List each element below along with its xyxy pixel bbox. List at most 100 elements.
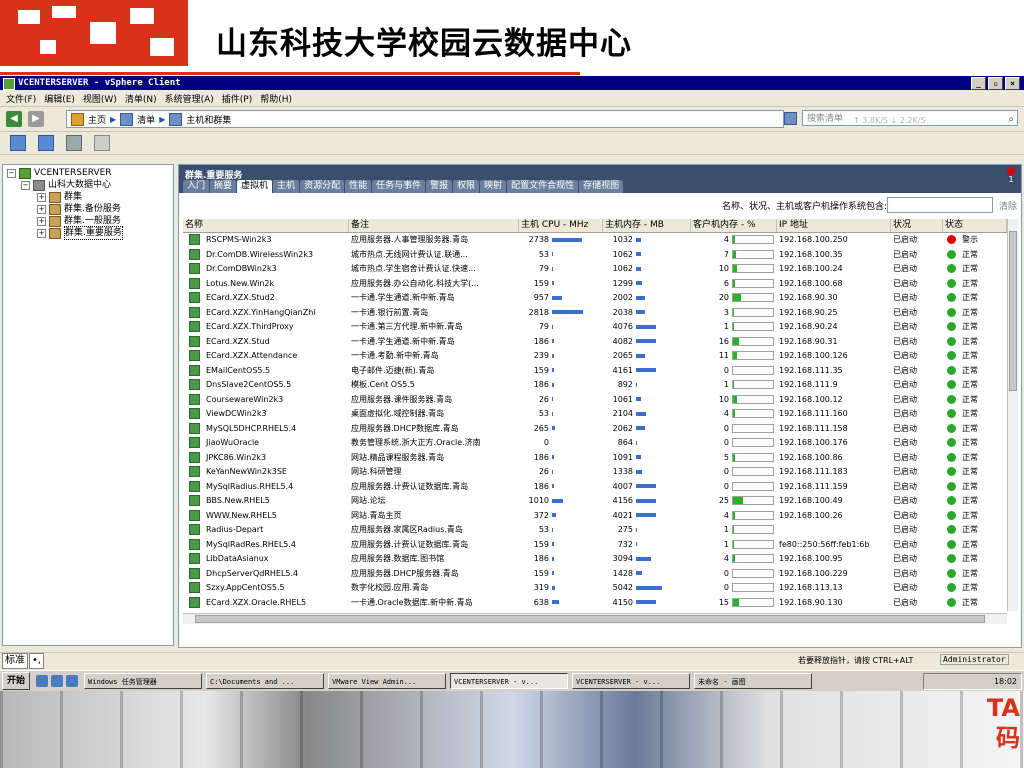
vm-name-cell[interactable]: ECard.XZX.Attendance — [183, 349, 349, 364]
tab-10[interactable]: 配置文件合规性 — [507, 180, 579, 193]
col-header-note[interactable]: 备注 — [349, 219, 519, 232]
ie-icon[interactable] — [36, 675, 49, 687]
vm-name-cell[interactable]: ViewConnServer4.5Win2k3 — [183, 610, 349, 611]
vm-name-cell[interactable]: ViewDCWin2k3 — [183, 407, 349, 422]
menu-view[interactable]: 视图(W) — [83, 92, 117, 105]
vm-name-cell[interactable]: ECard.XZX.Stud — [183, 335, 349, 350]
expand-icon[interactable]: + — [37, 216, 46, 226]
tab-7[interactable]: 警报 — [426, 180, 453, 193]
tree-cluster-item[interactable]: + 群集.备份服务 — [37, 203, 121, 215]
filter-clear-link[interactable]: 清除 — [999, 199, 1017, 212]
forward-arrow-icon[interactable]: ▶ — [28, 111, 44, 127]
table-row[interactable]: ECard.XZX.Attendance 一卡通.考勤.新中新.青岛 239 2065… — [183, 349, 1007, 364]
taskbar-task[interactable]: 未命名 - 画图 — [694, 673, 813, 689]
maximize-button[interactable]: ▫ — [988, 77, 1003, 90]
table-row[interactable]: ViewDCWin2k3 桌面虚拟化.域控制器.青岛 53 2104 4 192.168.… — [183, 407, 1007, 422]
vm-name-cell[interactable]: Lotus.New.Win2k — [183, 277, 349, 292]
table-row[interactable]: JiaoWuOracle 教务管理系统.浙大正方.Oracle.济南 0 864 0 19… — [183, 436, 1007, 451]
close-button[interactable]: × — [1005, 77, 1020, 90]
table-row[interactable]: ECard.XZX.Stud 一卡通.学生通道.新中新.青岛 186 4082 16 19… — [183, 335, 1007, 350]
table-row[interactable]: ECard.XZX.ThirdProxy 一卡通.第三方代理.新中新.青岛 79 40… — [183, 320, 1007, 335]
breadcrumb-hosts-clusters[interactable]: 主机和群集 — [186, 113, 231, 126]
col-header-mem[interactable]: 主机内存 - MB — [603, 219, 691, 232]
new-resource-pool-icon[interactable] — [94, 135, 110, 151]
tab-6[interactable]: 任务与事件 — [372, 180, 426, 193]
tree-cluster-item[interactable]: + 群集 — [37, 191, 82, 203]
col-header-cpu[interactable]: 主机 CPU - MHz — [519, 219, 603, 232]
vm-name-cell[interactable]: CoursewareWin2k3 — [183, 393, 349, 408]
vm-name-cell[interactable]: DnsSlave2CentOS5.5 — [183, 378, 349, 393]
vm-name-cell[interactable]: ECard.XZX.ThirdProxy — [183, 320, 349, 335]
expand-icon[interactable]: + — [37, 204, 46, 214]
start-button[interactable]: 开始 — [2, 672, 31, 690]
menu-administration[interactable]: 系统管理(A) — [165, 92, 214, 105]
menu-edit[interactable]: 编辑(E) — [44, 92, 75, 105]
vm-name-cell[interactable]: DhcpServerQdRHEL5.4 — [183, 567, 349, 582]
table-row[interactable]: DnsSlave2CentOS5.5 模板.Cent OS5.5 186 892 1 19… — [183, 378, 1007, 393]
table-row[interactable]: KeYanNewWin2k3SE 网站.科研管理 26 1338 0 192.168.11… — [183, 465, 1007, 480]
taskbar-task[interactable]: C:\Documents and ... — [206, 673, 325, 689]
back-arrow-icon[interactable]: ◀ — [6, 111, 22, 127]
ime-mode[interactable]: 标准 — [2, 653, 28, 669]
vm-name-cell[interactable]: Dr.ComDBWin2k3 — [183, 262, 349, 277]
vm-name-cell[interactable]: LibDataAsianux — [183, 552, 349, 567]
table-row[interactable]: ECard.XZX.Oracle.RHEL5 一卡通.Oracle数据库.新中新.… — [183, 596, 1007, 611]
horizontal-scrollbar[interactable] — [183, 613, 1007, 624]
vm-name-cell[interactable]: JPKC86.Win2k3 — [183, 451, 349, 466]
vm-name-cell[interactable]: ECard.XZX.Oracle.RHEL5 — [183, 596, 349, 611]
tab-2[interactable]: 虚拟机 — [237, 180, 273, 193]
table-row[interactable]: MySqlRadius.RHEL5.4 应用服务器.计费认证数据库.青岛 186 40… — [183, 480, 1007, 495]
add-host-icon[interactable] — [38, 135, 54, 151]
table-row[interactable]: LibDataAsianux 应用服务器.数据库.图书馆 186 3094 4 192.1… — [183, 552, 1007, 567]
vm-name-cell[interactable]: EMailCentOS5.5 — [183, 364, 349, 379]
vm-name-cell[interactable]: BBS.New.RHEL5 — [183, 494, 349, 509]
vm-name-cell[interactable]: ECard.XZX.YinHangQianZhi — [183, 306, 349, 321]
tab-5[interactable]: 性能 — [345, 180, 372, 193]
col-header-state[interactable]: 状况 — [891, 219, 943, 232]
ime-punct[interactable]: •, — [29, 653, 45, 669]
new-cluster-icon[interactable] — [66, 135, 82, 151]
vm-name-cell[interactable]: WWW.New.RHEL5 — [183, 509, 349, 524]
col-header-name[interactable]: 名称 — [183, 219, 349, 232]
scrollbar-thumb[interactable] — [1009, 231, 1017, 391]
table-row[interactable]: MySQL5DHCP.RHEL5.4 应用服务器.DHCP数据库.青岛 265 206… — [183, 422, 1007, 437]
vm-name-cell[interactable]: RSCPMS-Win2k3 — [183, 233, 349, 248]
minimize-button[interactable]: _ — [971, 77, 986, 90]
menu-file[interactable]: 文件(F) — [6, 92, 36, 105]
clock[interactable]: 18:02 — [994, 677, 1017, 686]
table-row[interactable]: BBS.New.RHEL5 网站.论坛 1010 4156 25 192.168.100.… — [183, 494, 1007, 509]
table-row[interactable]: Radius-Depart 应用服务器.家属区Radius.青岛 53 275 1 已启动… — [183, 523, 1007, 538]
new-vm-icon[interactable] — [10, 135, 26, 151]
collapse-icon[interactable]: − — [21, 180, 30, 190]
vertical-scrollbar[interactable] — [1007, 219, 1018, 611]
vm-name-cell[interactable]: ECard.XZX.Stud2 — [183, 291, 349, 306]
breadcrumb-home[interactable]: 主页 — [88, 113, 106, 126]
tab-1[interactable]: 摘要 — [210, 180, 237, 193]
taskbar-task[interactable]: VCENTERSERVER - v... — [450, 673, 569, 689]
table-row[interactable]: ViewConnServer4.5Win2k3桌面虚拟化.计算中心CS.Win2… — [183, 610, 1007, 611]
taskbar-task[interactable]: VCENTERSERVER - v... — [572, 673, 691, 689]
table-row[interactable]: JPKC86.Win2k3 网站.精品课程服务器.青岛 186 1091 5 192.16… — [183, 451, 1007, 466]
table-row[interactable]: WWW.New.RHEL5 网站.青岛主页 372 4021 4 192.168.100.… — [183, 509, 1007, 524]
window-titlebar[interactable]: VCENTERSERVER - vSphere Client _ ▫ × — [0, 76, 1024, 90]
search-scope-icon[interactable] — [784, 112, 797, 125]
table-row[interactable]: Lotus.New.Win2k 应用服务器.办公自动化.科技大学(... 159 12… — [183, 277, 1007, 292]
search-icon[interactable]: ⌕ — [1008, 112, 1014, 128]
table-row[interactable]: Szxy.AppCentOS5.5 数字化校园.应用.青岛 319 5042 0 192.… — [183, 581, 1007, 596]
scrollbar-thumb[interactable] — [195, 615, 985, 623]
collapse-icon[interactable]: − — [7, 168, 16, 178]
tab-8[interactable]: 权限 — [453, 180, 480, 193]
tab-11[interactable]: 存储视图 — [579, 180, 624, 193]
table-row[interactable]: Dr.ComDBWin2k3 城市热点.学生宿舍计费认证.快速... 79 1062 1… — [183, 262, 1007, 277]
vm-name-cell[interactable]: KeYanNewWin2k3SE — [183, 465, 349, 480]
table-row[interactable]: Dr.ComDB.WirelessWin2k3 城市热点.无线网计费认证.联通..… — [183, 248, 1007, 263]
expand-icon[interactable]: + — [37, 192, 46, 202]
col-header-status[interactable]: 状态 — [943, 219, 1007, 232]
alert-badge[interactable]: 1 — [1007, 167, 1015, 184]
tree-root[interactable]: − VCENTERSERVER — [7, 167, 112, 179]
explorer-icon[interactable] — [66, 675, 79, 687]
expand-icon[interactable]: + — [37, 228, 46, 238]
col-header-ip[interactable]: IP 地址 — [777, 219, 891, 232]
table-row[interactable]: RSCPMS-Win2k3 应用服务器.人事管理服务器.青岛 2738 1032 4 19… — [183, 233, 1007, 248]
table-row[interactable]: ECard.XZX.Stud2 一卡通.学生通道.新中新.青岛 957 2002 20 1… — [183, 291, 1007, 306]
